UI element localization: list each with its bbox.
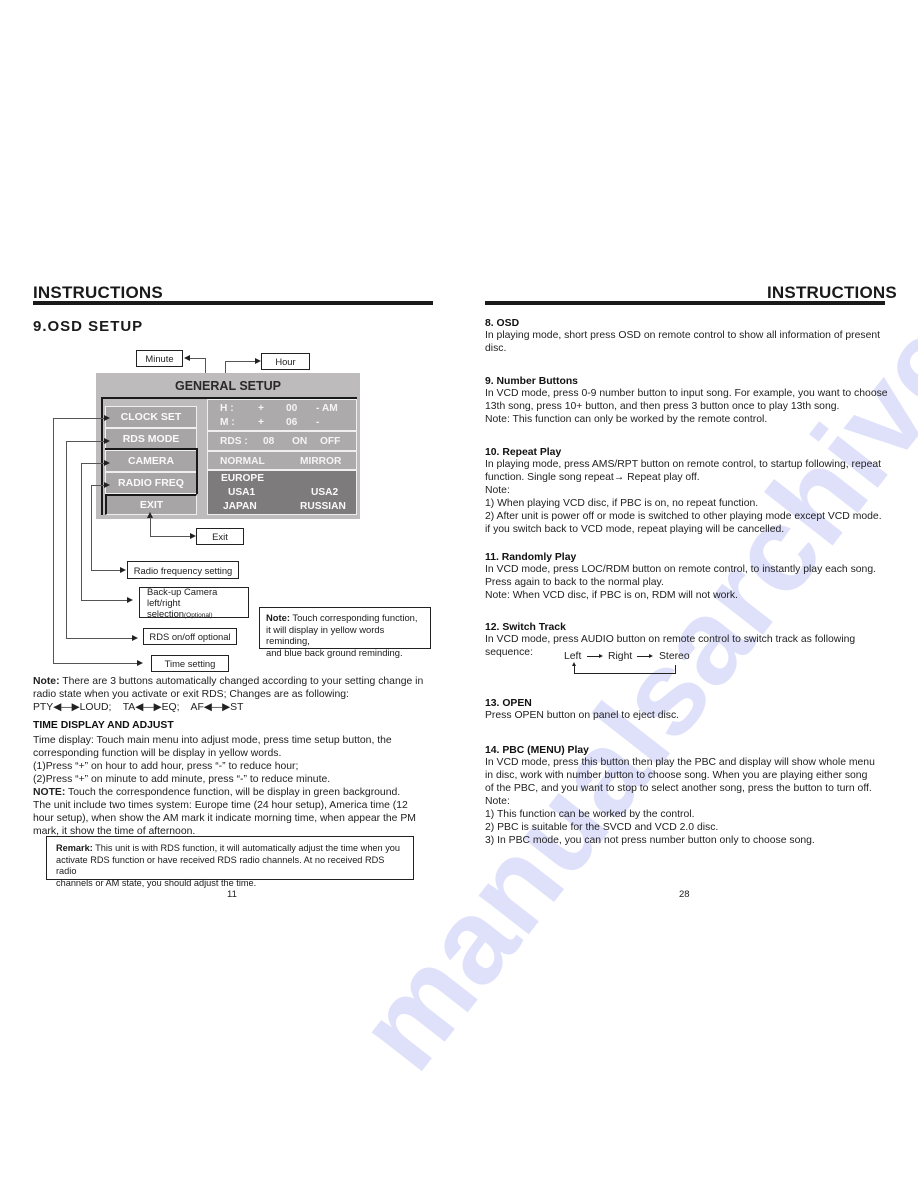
camera-callout-arrow-icon (127, 597, 133, 603)
rds-note-paragraph: Note: There are 3 buttons automatically … (33, 676, 424, 700)
minute-arrow-icon (184, 355, 190, 361)
osd-menu-radio-freq[interactable]: RADIO FREQ (105, 472, 197, 494)
camera-callout-line1: Back-up Camera (147, 586, 218, 597)
h-ampm-button[interactable]: - AM (316, 403, 338, 414)
diagram-note-label: Note: (266, 612, 290, 623)
time-section-title: TIME DISPLAY AND ADJUST (33, 720, 174, 731)
m-value: 06 (286, 417, 298, 428)
hour-arrow-icon (255, 358, 261, 364)
radio-usa1-button[interactable]: USA1 (228, 487, 255, 498)
loop-back-line (574, 665, 676, 674)
clock-set-arrow-icon (104, 415, 110, 421)
left-page-number: 11 (227, 889, 237, 900)
right-page-number: 28 (679, 889, 690, 900)
rds-pairs: PTY◀—▶LOUD; TA◀—▶EQ; AF◀—▶ST (33, 702, 244, 713)
radio-callout-arrow-icon (120, 567, 126, 573)
h-label: H : (220, 403, 234, 414)
track-right: Right (608, 651, 633, 662)
camera-callout: Back-up Camera left/right selection(Opti… (139, 586, 249, 619)
rds-value: 08 (263, 436, 275, 447)
section-title: 9.OSD SETUP (33, 318, 144, 335)
right-header-rule (485, 301, 885, 305)
m-plus-button[interactable]: + (258, 417, 264, 428)
diagram-note-box: Note: Touch corresponding function, it w… (259, 607, 431, 658)
osd-menu-camera[interactable]: CAMERA (105, 450, 197, 472)
section-osd: 8. OSD In playing mode, short press OSD … (485, 318, 881, 354)
m-label: M : (220, 417, 235, 428)
section-randomly-play: 11. Randomly Play In VCD mode, press LOC… (485, 552, 876, 601)
camera-mirror-button[interactable]: MIRROR (300, 456, 341, 467)
time-setting-arrow-icon (137, 660, 143, 666)
section-repeat-play: 10. Repeat Play In playing mode, press A… (485, 447, 882, 535)
section-open: 13. OPEN Press OPEN button on panel to e… (485, 698, 680, 721)
osd-clock-row: H : + 00 - AM M : + 06 - (207, 399, 357, 431)
exit-callout: Exit (196, 528, 244, 545)
osd-menu-clock-set[interactable]: CLOCK SET (105, 406, 197, 428)
radio-japan-button[interactable]: JAPAN (223, 501, 257, 512)
rds-on-button[interactable]: ON (292, 436, 307, 447)
radio-usa2-button[interactable]: USA2 (311, 487, 338, 498)
osd-radio-row: EUROPE USA1 USA2 JAPAN RUSSIAN (207, 470, 357, 515)
swap-arrow-icon: ◀—▶ (203, 702, 231, 713)
rds-label: RDS : (220, 436, 248, 447)
remark-box: Remark: This unit is with RDS function, … (46, 836, 414, 888)
section-switch-track: 12. Switch Track In VCD mode, press AUDI… (485, 622, 856, 658)
osd-rds-row: RDS : 08 ON OFF (207, 431, 357, 451)
left-header-rule (33, 301, 433, 305)
h-plus-button[interactable]: + (258, 403, 264, 414)
loop-back-arrow-icon (572, 662, 576, 666)
track-stereo: Stereo (659, 651, 690, 662)
minute-callout: Minute (136, 350, 183, 367)
swap-arrow-icon: ◀—▶ (53, 702, 80, 713)
camera-normal-button[interactable]: NORMAL (220, 456, 265, 467)
m-minus-button[interactable]: - (316, 417, 319, 428)
rds-mode-arrow-icon (104, 438, 110, 444)
radio-europe-button[interactable]: EUROPE (221, 473, 264, 484)
right-page-header: INSTRUCTIONS (767, 283, 897, 302)
radio-freq-callout: Radio frequency setting (127, 561, 239, 579)
camera-arrow-icon (104, 460, 110, 466)
hour-callout: Hour (261, 353, 310, 370)
rds-callout-arrow-icon (132, 635, 138, 641)
time-setting-callout: Time setting (151, 655, 229, 672)
section-number-buttons: 9. Number Buttons In VCD mode, press 0-9… (485, 376, 888, 425)
h-value: 00 (286, 403, 298, 414)
time-section-body: Time display: Touch main menu into adjus… (33, 735, 416, 837)
radio-russian-button[interactable]: RUSSIAN (300, 501, 346, 512)
section-pbc-play: 14. PBC (MENU) Play In VCD mode, press t… (485, 745, 875, 846)
osd-camera-row: NORMAL MIRROR (207, 451, 357, 470)
osd-general-setup-panel: GENERAL SETUP CLOCK SET RDS MODE CAMERA … (96, 373, 360, 519)
radio-freq-arrow-icon (104, 482, 110, 488)
rds-callout: RDS on/off optional (143, 628, 237, 645)
swap-arrow-icon: ◀—▶ (135, 702, 162, 713)
rds-off-button[interactable]: OFF (320, 436, 340, 447)
camera-callout-line2: left/right selection(Optional) (147, 597, 213, 619)
osd-title: GENERAL SETUP (174, 379, 282, 393)
osd-menu-rds-mode[interactable]: RDS MODE (105, 428, 197, 450)
left-page-header: INSTRUCTIONS (33, 283, 163, 302)
